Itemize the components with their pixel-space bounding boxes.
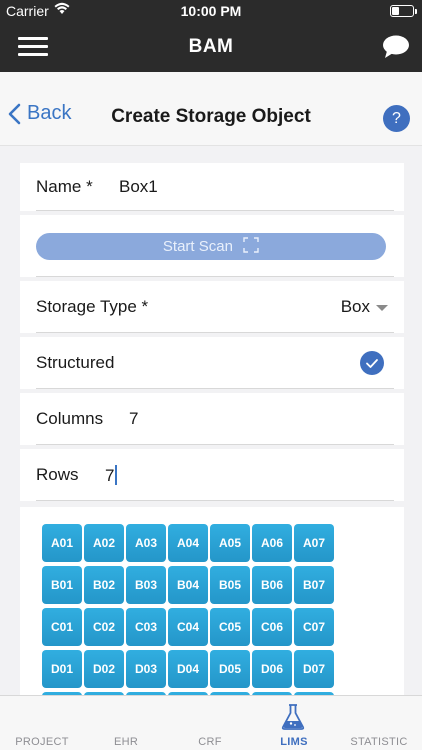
battery-icon	[390, 5, 417, 17]
rows-label: Rows	[36, 465, 79, 484]
grid-cell[interactable]: D04	[168, 650, 208, 688]
grid-cell[interactable]: C06	[252, 608, 292, 646]
columns-input[interactable]: 7	[129, 409, 138, 429]
help-button[interactable]: ?	[383, 105, 410, 132]
name-input[interactable]: Box1	[119, 177, 158, 197]
grid-cell[interactable]: C02	[84, 608, 124, 646]
grid-cell[interactable]: D06	[252, 650, 292, 688]
rows-value: 7	[105, 466, 115, 485]
storage-type-dropdown[interactable]: Box	[341, 297, 388, 317]
flask-icon	[280, 703, 306, 736]
tab-crf[interactable]: CRF	[168, 696, 252, 750]
grid-cell[interactable]: D07	[294, 650, 334, 688]
storage-type-label: Storage Type *	[36, 297, 149, 316]
grid-cell[interactable]: C07	[294, 608, 334, 646]
tab-label: STATISTIC	[350, 736, 408, 748]
tab-project[interactable]: PROJECT	[0, 696, 84, 750]
checkmark-icon	[366, 359, 378, 368]
columns-row: Columns 7	[20, 393, 404, 445]
scan-frame-icon	[243, 237, 259, 253]
grid-cell[interactable]: A07	[294, 524, 334, 562]
grid-cell[interactable]: D02	[84, 650, 124, 688]
tab-label: LIMS	[280, 736, 308, 748]
start-scan-button[interactable]: Start Scan	[36, 233, 386, 260]
grid-cell[interactable]: B06	[252, 566, 292, 604]
tab-statistic[interactable]: STATISTIC	[336, 696, 422, 750]
tab-label: CRF	[198, 736, 222, 748]
storage-type-row[interactable]: Storage Type * Box	[20, 281, 404, 333]
grid-cell[interactable]: D01	[42, 650, 82, 688]
grid-cell[interactable]: A01	[42, 524, 82, 562]
chevron-down-icon	[376, 305, 388, 311]
grid-cell[interactable]: B04	[168, 566, 208, 604]
name-label: Name *	[36, 177, 93, 196]
page-title: Create Storage Object	[111, 106, 311, 127]
grid-cell[interactable]: C04	[168, 608, 208, 646]
text-cursor	[115, 465, 118, 485]
navigation-bar: Back Create Storage Object ?	[0, 72, 422, 146]
structured-checkbox[interactable]	[360, 351, 384, 375]
grid-cell[interactable]: B01	[42, 566, 82, 604]
tab-label: EHR	[113, 736, 139, 748]
columns-label: Columns	[36, 409, 104, 428]
tab-lims[interactable]: LIMS	[252, 696, 336, 750]
grid-cell[interactable]: B03	[126, 566, 166, 604]
grid-cell[interactable]: A04	[168, 524, 208, 562]
grid-cell[interactable]: D05	[210, 650, 250, 688]
tab-ehr[interactable]: EHR	[84, 696, 168, 750]
grid-cell[interactable]: A05	[210, 524, 250, 562]
grid-cell[interactable]: C03	[126, 608, 166, 646]
status-time: 10:00 PM	[180, 3, 242, 19]
app-bar: BAM	[0, 22, 422, 72]
app-title: BAM	[188, 36, 234, 57]
name-row: Name * Box1	[20, 163, 404, 211]
form-content: Name * Box1 Start Scan Storage Type * Bo…	[0, 147, 422, 695]
structured-label: Structured	[36, 353, 115, 372]
tab-bar: PROJECT EHR CRF LIMS STATISTIC	[0, 695, 422, 750]
grid-cell[interactable]: A02	[84, 524, 124, 562]
tab-label: PROJECT	[15, 736, 69, 748]
start-scan-label: Start Scan	[162, 238, 233, 255]
grid-cell[interactable]: B05	[210, 566, 250, 604]
status-bar: Carrier 10:00 PM	[0, 0, 422, 22]
rows-input[interactable]: 7	[105, 465, 118, 486]
storage-type-value: Box	[340, 297, 370, 316]
grid-cell[interactable]: A03	[126, 524, 166, 562]
storage-grid-card: A01 A02 A03 A04 A05 A06 A07 B01 B02 B03 B04 B05 B06 B…	[20, 507, 404, 695]
rows-row: Rows 7	[20, 449, 404, 501]
grid-cell[interactable]: C05	[210, 608, 250, 646]
grid-cell[interactable]: C01	[42, 608, 82, 646]
grid-cell[interactable]: B07	[294, 566, 334, 604]
chat-icon[interactable]	[382, 35, 410, 64]
grid-cell[interactable]: A06	[252, 524, 292, 562]
grid-cell[interactable]: D03	[126, 650, 166, 688]
structured-row: Structured	[20, 337, 404, 389]
grid-cell[interactable]: B02	[84, 566, 124, 604]
scan-row: Start Scan	[20, 215, 404, 277]
